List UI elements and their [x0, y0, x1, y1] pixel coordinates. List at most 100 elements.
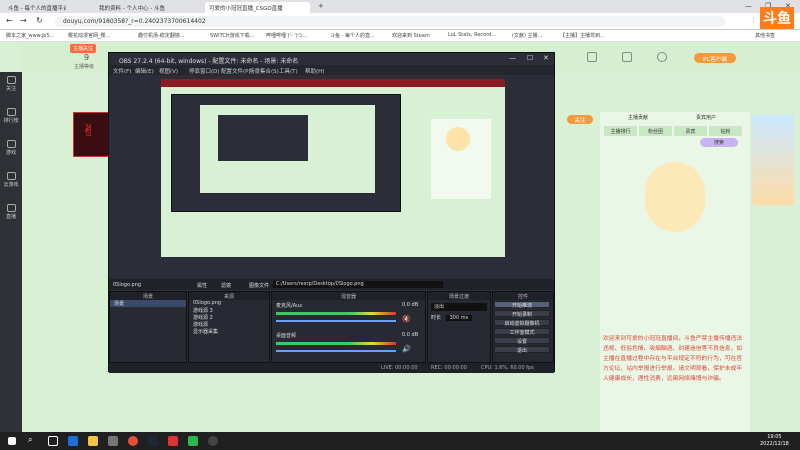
mic-volume-slider[interactable]	[276, 320, 396, 322]
search-icon[interactable]: ⌕	[28, 435, 32, 445]
chat-search-pill[interactable]: 搜索	[700, 138, 738, 147]
bookmark-item[interactable]: 斗鱼 - 每个人的直...	[330, 32, 375, 39]
url-field[interactable]: douyu.com/9180358?_r=0.2402373700614402	[55, 16, 725, 27]
source-item[interactable]: 游戏源 2	[189, 314, 269, 321]
new-tab-icon[interactable]: +	[318, 2, 324, 10]
right-side-ad[interactable]	[752, 115, 794, 205]
mixer-dock: 混音器 麦克风/Aux 0.0 dB 🔇 桌面音频 0.0 dB 🔊	[271, 291, 426, 363]
bookmark-item[interactable]: (文献) 主播...	[512, 32, 542, 39]
scene-item[interactable]: 场景	[110, 300, 186, 307]
bookmark-folder[interactable]: 其他书签	[755, 32, 775, 39]
obs-menu-item[interactable]: 帮助(H)	[305, 67, 324, 75]
mute-icon[interactable]: 🔇	[402, 315, 411, 323]
bookmark-item[interactable]: 脚本之家_www.jb5...	[6, 32, 54, 39]
obs-menu-item[interactable]: 视图(V)	[159, 67, 178, 75]
start-record-button[interactable]: 开始录制	[494, 310, 550, 318]
source-toolbar: 0Slogo.png 属性 滤镜 图像文件 C:/Users/rexrp/Des…	[109, 279, 554, 290]
chat-notice: 欢迎来到可爱的小冠冠直播间，斗鱼严禁主播传播违法违规、低俗色情、吸烟酗酒、封建迷…	[603, 336, 743, 382]
explorer-icon[interactable]	[88, 436, 98, 446]
site-logo[interactable]: 斗鱼	[760, 7, 794, 29]
minimize-icon[interactable]: —	[745, 2, 752, 10]
desktop-volume-slider[interactable]	[276, 350, 396, 352]
steam-icon[interactable]	[148, 436, 158, 446]
level-label: 主播等级	[74, 64, 95, 70]
transition-select[interactable]: 淡出	[431, 303, 487, 311]
browser-tab-1[interactable]: 斗鱼 - 每个人的直播平台	[4, 2, 66, 13]
mixer-channel-mic: 麦克风/Aux 0.0 dB 🔇	[276, 302, 419, 323]
store-icon[interactable]	[108, 436, 118, 446]
obs-preview[interactable]	[161, 79, 505, 257]
recharge-icon[interactable]	[657, 52, 667, 62]
download-icon[interactable]	[587, 52, 597, 62]
obs-taskbar-icon[interactable]	[208, 436, 218, 446]
obs-close-icon[interactable]: ✕	[543, 54, 549, 62]
chrome-icon[interactable]	[128, 436, 138, 446]
follow-badge: 主播关注	[70, 44, 97, 53]
image-file-label: 图像文件	[249, 283, 270, 289]
bookmark-item[interactable]: LoL Stats, Record...	[448, 32, 496, 38]
browser-tab-2[interactable]: 我的资料 - 个人中心 - 斗鱼	[95, 2, 195, 13]
bookmark-item[interactable]: 【主播】主播驾到...	[560, 32, 605, 39]
sources-title: 来源	[189, 292, 269, 300]
transitions-dock: 场景过渡 淡出 时长 300 ms	[427, 291, 491, 363]
obs-menu-item[interactable]: 文件(F)	[113, 67, 131, 75]
source-item[interactable]: 游戏源	[189, 321, 269, 328]
nav-follow[interactable]: 关注	[0, 76, 22, 92]
duration-field[interactable]: 300 ms	[445, 315, 473, 321]
nav-cloudgame[interactable]: 云游戏	[0, 172, 22, 188]
filters-button[interactable]: 滤镜	[221, 282, 231, 289]
image-path-field[interactable]: C:/Users/rexrp/Desktop/0Slogo.png	[273, 281, 443, 288]
pc-client-button[interactable]: PC客户端	[694, 53, 736, 63]
trophy-icon	[6, 204, 16, 212]
obs-menu-item[interactable]: 停靠窗口(D)	[189, 67, 220, 75]
top-tab-contrib[interactable]: 主播贡献	[628, 114, 648, 121]
app-icon[interactable]	[168, 436, 178, 446]
obs-menu-item[interactable]: 配置文件(P)	[221, 67, 251, 75]
reload-icon[interactable]: ↻	[36, 16, 43, 25]
chat-tab-fans[interactable]: 粉丝团	[639, 126, 672, 136]
wechat-icon[interactable]	[188, 436, 198, 446]
bookmark-item[interactable]: SWITCH游戏下载...	[210, 32, 254, 39]
nav-live[interactable]: 直播	[0, 204, 22, 220]
obs-menu-item[interactable]: 场景集合(S)	[249, 67, 279, 75]
taskview-icon[interactable]	[48, 436, 58, 446]
chat-tab-diamond[interactable]: 钻粉	[709, 126, 742, 136]
mixer-title: 混音器	[272, 292, 425, 300]
follow-button[interactable]: 关注	[567, 115, 593, 124]
properties-button[interactable]: 属性	[197, 282, 207, 289]
nav-game[interactable]: 游戏	[0, 140, 22, 156]
bookmark-item[interactable]: 樱花动漫官网_樱...	[68, 32, 110, 39]
forward-icon[interactable]: →	[20, 16, 27, 25]
speaker-icon[interactable]: 🔊	[402, 345, 411, 353]
edge-icon[interactable]	[68, 436, 78, 446]
bookmark-item[interactable]: 欢迎来到 Steam	[392, 32, 430, 39]
obs-menu-item[interactable]: 编辑(E)	[135, 67, 154, 75]
studio-mode-button[interactable]: 工作室模式	[494, 328, 550, 336]
back-icon[interactable]: ←	[6, 16, 13, 25]
streamer-avatar[interactable]: ✌	[73, 112, 109, 157]
nav-rank[interactable]: 排行榜	[0, 108, 22, 124]
virtual-camera-button[interactable]: 启动虚拟摄像机	[494, 319, 550, 327]
obs-maximize-icon[interactable]: ☐	[527, 54, 533, 62]
fishbar-icon[interactable]	[622, 52, 632, 62]
bookmark-item[interactable]: 哔哩哔哩 ('- ')つ...	[266, 32, 307, 39]
extensions-icon[interactable]: ⋮	[750, 16, 757, 24]
obs-minimize-icon[interactable]: —	[509, 54, 516, 62]
rec-status: REC: 00:00:00	[431, 365, 467, 371]
hand-logo-icon: ✌	[82, 121, 96, 140]
top-tab-vip[interactable]: 贵宾用户	[696, 114, 716, 121]
exit-button[interactable]: 退出	[494, 346, 550, 354]
obs-menu-item[interactable]: 工具(T)	[279, 67, 298, 75]
source-item[interactable]: 游戏源 3	[189, 307, 269, 314]
source-item[interactable]: 0Slogo.png	[189, 300, 269, 307]
clock-date: 2022/12/18	[760, 441, 789, 447]
bookmark-item[interactable]: 趣付机场-稳定翻墙...	[138, 32, 185, 39]
chat-tab-rank[interactable]: 主播排行	[604, 126, 637, 136]
source-item[interactable]: 显示器采集	[189, 328, 269, 335]
chat-tab-vip[interactable]: 贵宾	[674, 126, 707, 136]
windows-start-icon[interactable]	[8, 437, 16, 445]
browser-tab-3[interactable]: 可爱的小冠冠直播_CSGO直播	[205, 2, 310, 13]
start-stream-button[interactable]: 开始推流	[494, 301, 550, 309]
settings-button[interactable]: 设置	[494, 337, 550, 345]
left-sidebar: 关注 排行榜 游戏 云游戏 直播	[0, 72, 22, 432]
